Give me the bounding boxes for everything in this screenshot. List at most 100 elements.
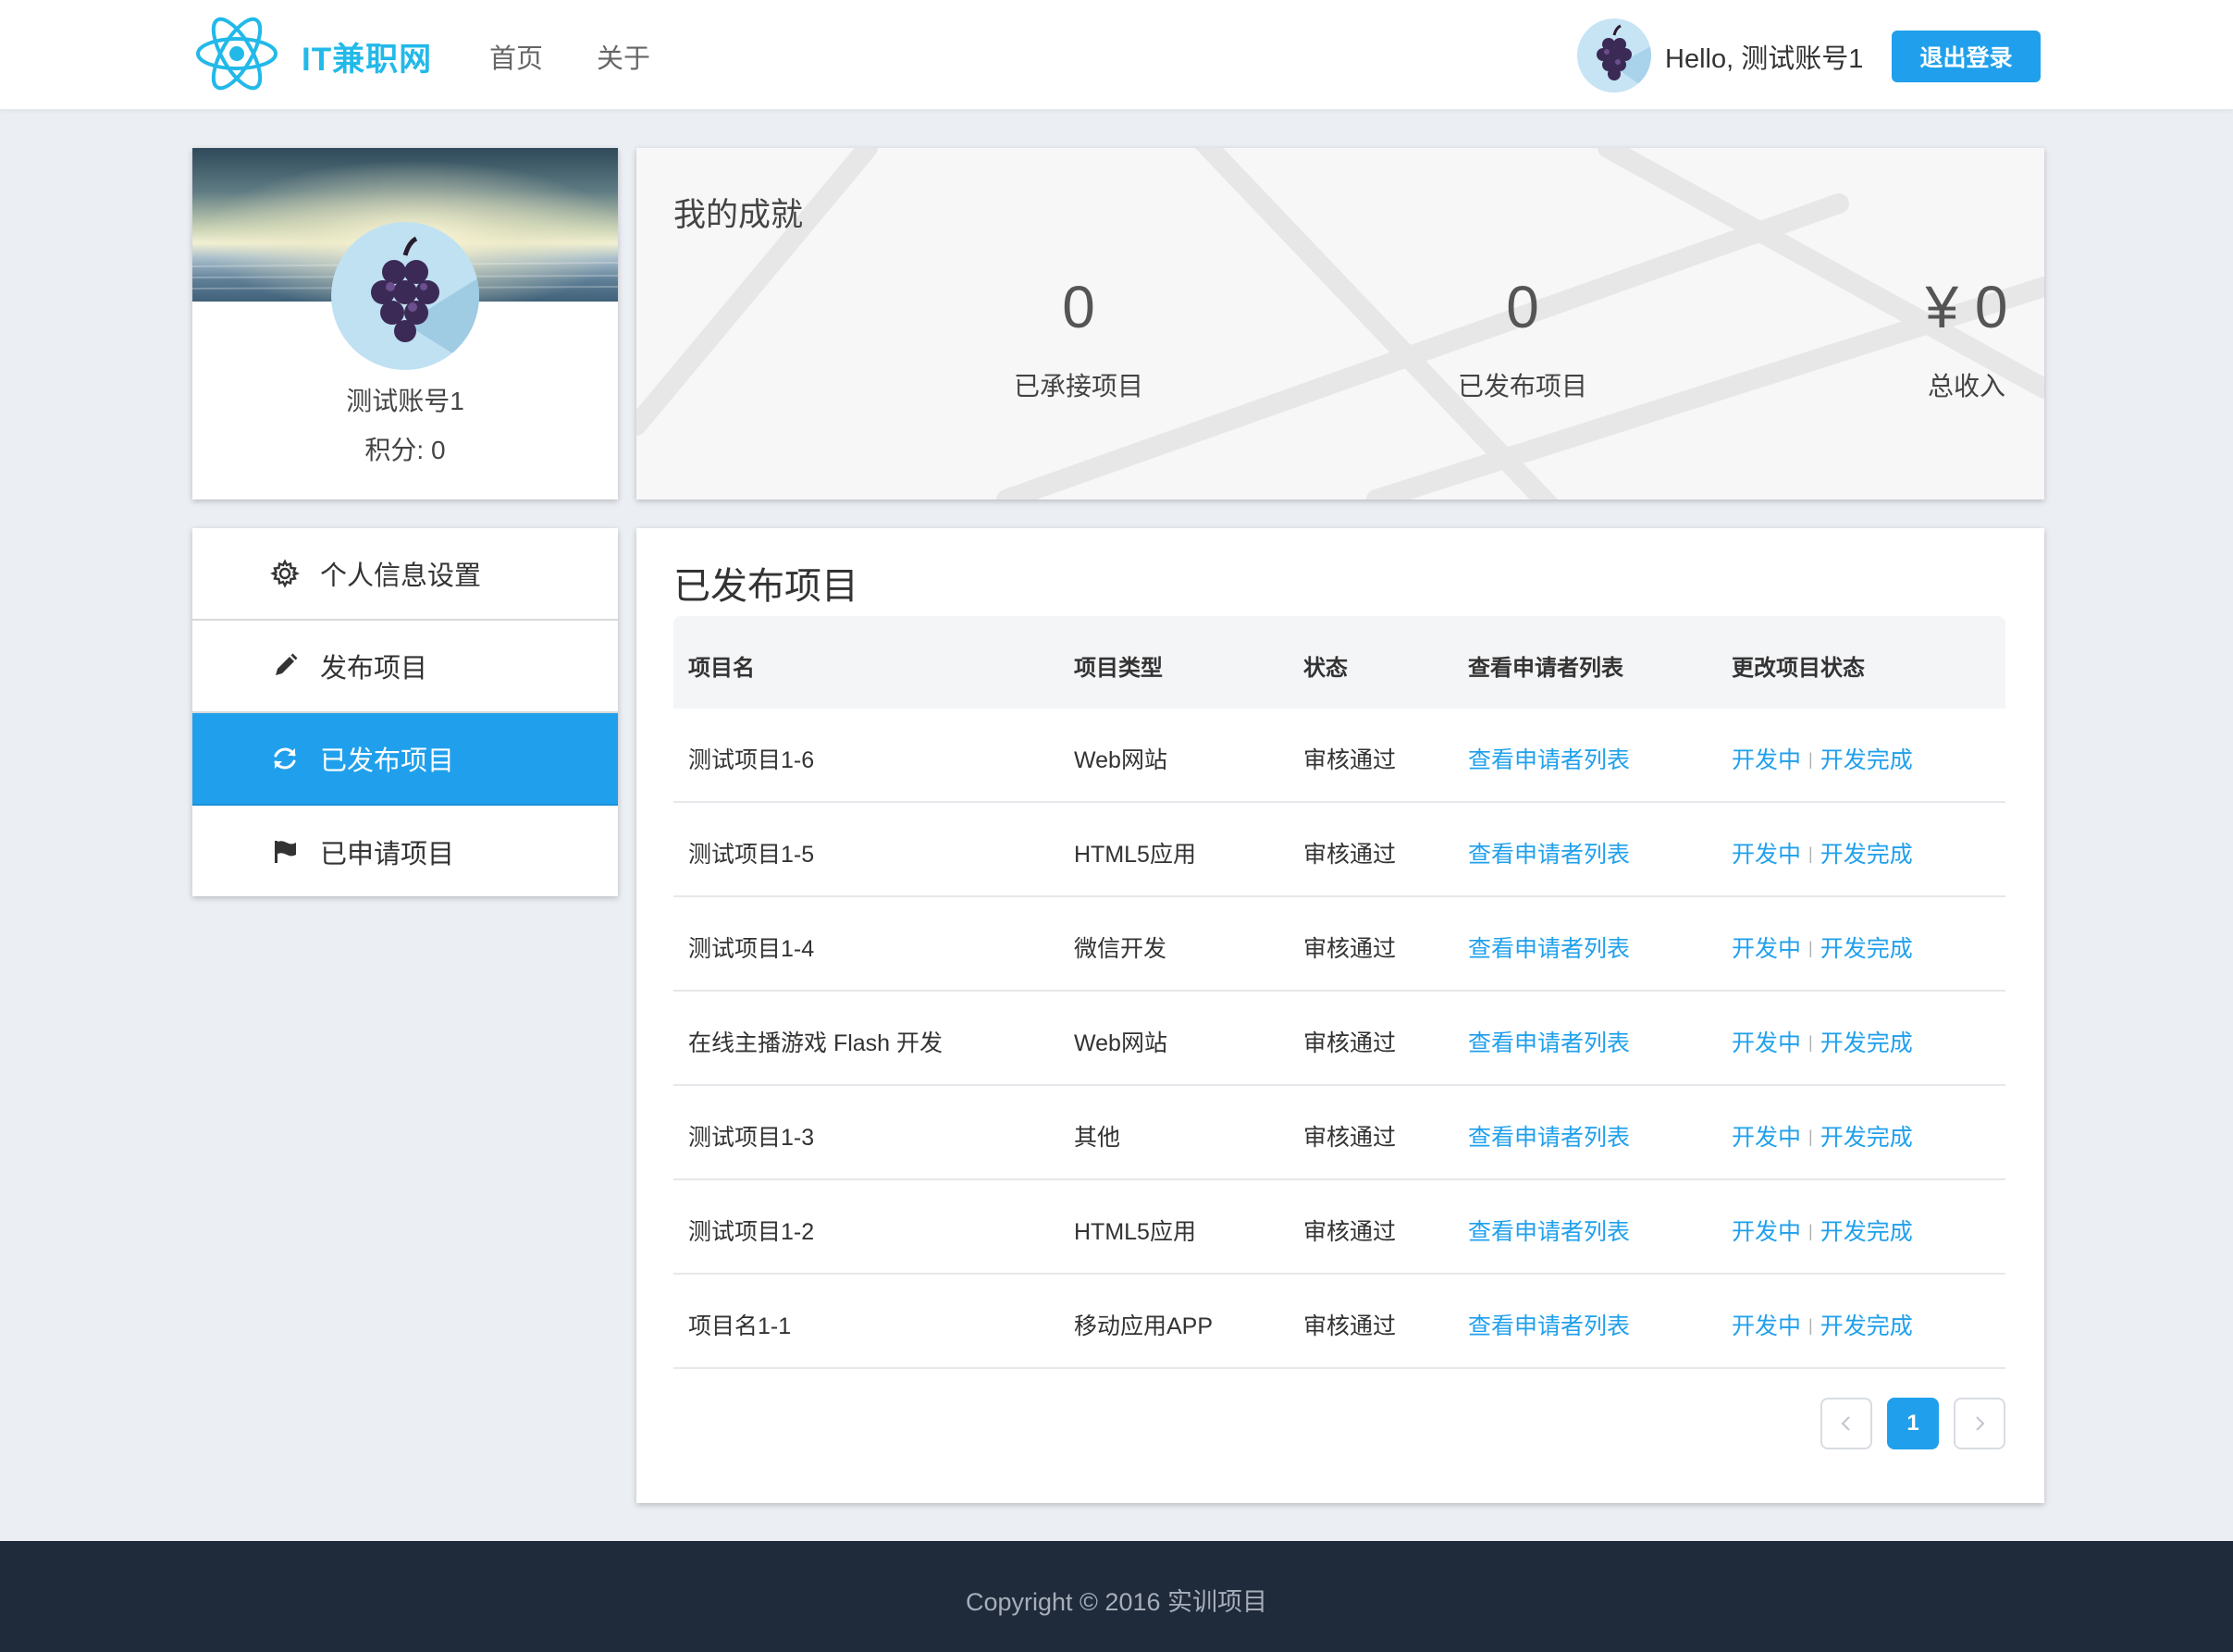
status-actions: 开发中 | 开发完成: [1732, 1214, 1913, 1247]
set-completed-link[interactable]: 开发完成: [1820, 936, 1913, 962]
gear-icon: [270, 559, 300, 588]
project-name: 测试项目1-2: [688, 1219, 815, 1245]
stat-total-income: ¥ 0 总收入: [1782, 277, 2044, 403]
project-name: 项目名1-1: [688, 1313, 792, 1339]
logout-button[interactable]: 退出登录: [1892, 31, 2041, 82]
status-actions: 开发中 | 开发完成: [1732, 742, 1913, 775]
set-in-development-link[interactable]: 开发中: [1732, 747, 1801, 773]
project-status: 审核通过: [1303, 747, 1397, 773]
column-header-applicants: 查看申请者列表: [1468, 656, 1623, 681]
view-applicants-link[interactable]: 查看申请者列表: [1468, 931, 1630, 964]
status-actions: 开发中 | 开发完成: [1732, 1119, 1913, 1153]
set-completed-link[interactable]: 开发完成: [1820, 842, 1913, 868]
project-status: 审核通过: [1303, 1030, 1397, 1056]
prev-page-button[interactable]: [1820, 1398, 1872, 1449]
view-applicants-link[interactable]: 查看申请者列表: [1468, 742, 1630, 775]
menu-item-label: 发布项目: [320, 654, 428, 684]
set-completed-link[interactable]: 开发完成: [1820, 1030, 1913, 1056]
avatar[interactable]: [1577, 18, 1651, 92]
view-applicants-link[interactable]: 查看申请者列表: [1468, 1308, 1630, 1341]
stat-label: 总收入: [1927, 372, 2005, 401]
view-applicants-link[interactable]: 查看申请者列表: [1468, 836, 1630, 869]
set-in-development-link[interactable]: 开发中: [1732, 1219, 1801, 1245]
view-applicants-link[interactable]: 查看申请者列表: [1468, 1119, 1630, 1153]
set-in-development-link[interactable]: 开发中: [1732, 1030, 1801, 1056]
published-projects-card: 已发布项目 项目名 项目类型 状态 查看申请者列表 更改项目状态 测试项目1-6…: [636, 528, 2044, 1503]
refresh-icon: [274, 747, 296, 770]
set-completed-link[interactable]: 开发完成: [1820, 1219, 1913, 1245]
project-type: HTML5应用: [1074, 1219, 1196, 1245]
separator: |: [1808, 1128, 1813, 1146]
achievements-card: 我的成就 0 已承接项目 0 已发布项目 ¥ 0 总收入: [636, 148, 2044, 499]
table-header: 项目名 项目类型 状态 查看申请者列表 更改项目状态: [673, 616, 2005, 709]
next-page-button[interactable]: [1954, 1398, 2005, 1449]
status-actions: 开发中 | 开发完成: [1732, 931, 1913, 964]
top-header: IT兼职网 首页 关于 Hello, 测试账号1 退出登录: [0, 0, 2233, 110]
separator: |: [1808, 1033, 1813, 1052]
profile-avatar[interactable]: [331, 222, 479, 370]
table-row: 测试项目1-4 微信开发 审核通过 查看申请者列表 开发中 | 开发完成: [673, 897, 2005, 992]
view-applicants-link[interactable]: 查看申请者列表: [1468, 1025, 1630, 1058]
grape-icon: [371, 236, 479, 370]
menu-item-published-projects[interactable]: 已发布项目: [192, 713, 618, 806]
stat-value: ¥ 0: [1925, 274, 2008, 340]
table-row: 项目名1-1 移动应用APP 审核通过 查看申请者列表 开发中 | 开发完成: [673, 1275, 2005, 1369]
project-type: Web网站: [1074, 1030, 1167, 1056]
project-status: 审核通过: [1303, 936, 1397, 962]
stat-value: 0: [1506, 274, 1539, 340]
set-completed-link[interactable]: 开发完成: [1820, 1313, 1913, 1339]
greeting-text: Hello, 测试账号1: [1665, 44, 1864, 74]
set-in-development-link[interactable]: 开发中: [1732, 936, 1801, 962]
grape-icon: [1597, 24, 1651, 92]
project-name: 测试项目1-3: [688, 1125, 815, 1151]
table-row: 测试项目1-3 其他 审核通过 查看申请者列表 开发中 | 开发完成: [673, 1086, 2005, 1180]
stat-label: 已承接项目: [1013, 372, 1143, 401]
side-menu: 个人信息设置 发布项目 已发布项目 已申请项目: [192, 528, 618, 896]
project-name: 测试项目1-5: [688, 842, 815, 868]
nav-about-link[interactable]: 关于: [597, 37, 650, 76]
react-logo-icon[interactable]: [194, 13, 279, 94]
brand-name[interactable]: IT兼职网: [302, 33, 432, 80]
stat-label: 已发布项目: [1457, 372, 1587, 401]
profile-username: 测试账号1: [346, 387, 464, 415]
menu-item-applied-projects[interactable]: 已申请项目: [192, 806, 618, 898]
stat-value: 0: [1062, 274, 1095, 340]
set-completed-link[interactable]: 开发完成: [1820, 1125, 1913, 1151]
profile-card: 测试账号1 积分: 0: [192, 148, 618, 499]
column-header-status: 状态: [1303, 656, 1348, 681]
set-completed-link[interactable]: 开发完成: [1820, 747, 1913, 773]
chevron-left-icon: [1841, 1416, 1850, 1431]
view-applicants-link[interactable]: 查看申请者列表: [1468, 1214, 1630, 1247]
project-type: Web网站: [1074, 747, 1167, 773]
status-actions: 开发中 | 开发完成: [1732, 1025, 1913, 1058]
table-row: 在线主播游戏 Flash 开发 Web网站 审核通过 查看申请者列表 开发中 | 开…: [673, 992, 2005, 1086]
chevron-right-icon: [1976, 1416, 1985, 1431]
set-in-development-link[interactable]: 开发中: [1732, 842, 1801, 868]
project-status: 审核通过: [1303, 1313, 1397, 1339]
nav-home-link[interactable]: 首页: [489, 37, 543, 76]
project-type: HTML5应用: [1074, 842, 1196, 868]
status-actions: 开发中 | 开发完成: [1732, 836, 1913, 869]
project-status: 审核通过: [1303, 842, 1397, 868]
separator: |: [1808, 750, 1813, 769]
project-type: 其他: [1074, 1125, 1121, 1151]
stat-accepted-projects: 0 已承接项目: [894, 277, 1264, 403]
separator: |: [1808, 939, 1813, 957]
projects-table: 项目名 项目类型 状态 查看申请者列表 更改项目状态 测试项目1-6 Web网站…: [673, 616, 2005, 1369]
project-name: 在线主播游戏 Flash 开发: [688, 1030, 944, 1056]
stat-published-projects: 0 已发布项目: [1338, 277, 1708, 403]
status-actions: 开发中 | 开发完成: [1732, 1308, 1913, 1341]
table-row: 测试项目1-2 HTML5应用 审核通过 查看申请者列表 开发中 | 开发完成: [673, 1180, 2005, 1275]
flag-icon: [275, 841, 296, 863]
project-status: 审核通过: [1303, 1219, 1397, 1245]
menu-item-profile-settings[interactable]: 个人信息设置: [192, 528, 618, 621]
menu-item-label: 已发布项目: [320, 746, 455, 776]
pencil-icon: [276, 653, 298, 675]
project-status: 审核通过: [1303, 1125, 1397, 1151]
page-footer: Copyright © 2016 实训项目: [0, 1541, 2233, 1652]
page-number-button[interactable]: 1: [1887, 1398, 1939, 1449]
set-in-development-link[interactable]: 开发中: [1732, 1313, 1801, 1339]
set-in-development-link[interactable]: 开发中: [1732, 1125, 1801, 1151]
table-row: 测试项目1-6 Web网站 审核通过 查看申请者列表 开发中 | 开发完成: [673, 709, 2005, 803]
menu-item-publish-project[interactable]: 发布项目: [192, 621, 618, 713]
